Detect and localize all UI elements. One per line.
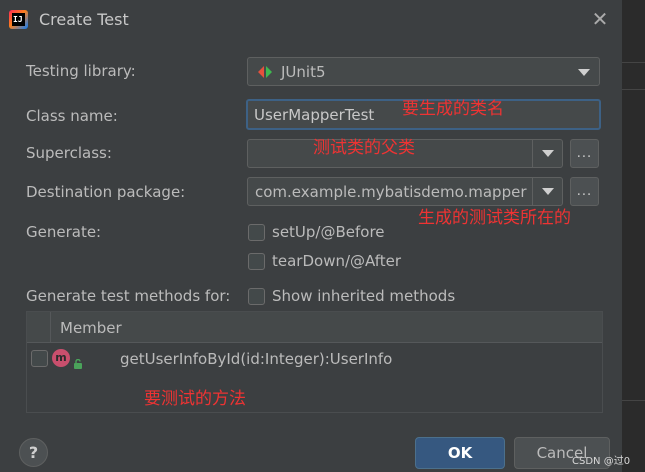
teardown-checkbox[interactable]: [248, 253, 265, 270]
package-annotation: 生成的测试类所在的: [418, 208, 571, 228]
teardown-label[interactable]: tearDown/@After: [272, 252, 401, 270]
destination-package-combo[interactable]: com.example.mybatisdemo.mapper: [247, 177, 563, 206]
method-annotation: 要测试的方法: [144, 389, 246, 409]
app-icon-text: IJ: [12, 13, 25, 26]
show-inherited-label[interactable]: Show inherited methods: [272, 287, 455, 305]
members-table-header: Member: [27, 312, 602, 343]
chevron-down-icon: [541, 150, 554, 157]
superclass-dropdown-button[interactable]: [532, 140, 562, 167]
superclass-browse-button[interactable]: ...: [570, 139, 599, 168]
method-icon: m: [52, 349, 70, 367]
members-table: Member m getUserInfoById(id:Integer):Use…: [26, 311, 603, 413]
testing-library-label: Testing library:: [26, 62, 136, 80]
generate-label: Generate:: [26, 223, 102, 241]
destination-package-label: Destination package:: [26, 183, 186, 201]
public-lock-icon: [73, 355, 83, 373]
member-row-checkbox[interactable]: [31, 350, 48, 367]
close-icon[interactable]: ✕: [589, 8, 611, 30]
chevron-down-icon: [578, 69, 590, 76]
setup-label[interactable]: setUp/@Before: [272, 223, 385, 241]
testing-library-combo[interactable]: JUnit5: [247, 57, 600, 86]
setup-checkbox[interactable]: [248, 224, 265, 241]
show-inherited-checkbox[interactable]: [248, 288, 265, 305]
destination-package-dropdown-button[interactable]: [532, 178, 562, 205]
csdn-watermark: CSDN @过0: [572, 456, 631, 467]
destination-package-value: com.example.mybatisdemo.mapper: [255, 183, 527, 201]
member-column-header[interactable]: Member: [60, 319, 122, 337]
help-button[interactable]: ?: [19, 438, 48, 467]
junit5-icon: [257, 65, 273, 83]
destination-package-browse-button[interactable]: ...: [570, 177, 599, 206]
intellij-logo-icon: IJ: [9, 10, 28, 29]
class-name-annotation: 要生成的类名: [402, 99, 504, 119]
class-name-label: Class name:: [26, 107, 118, 125]
member-signature: getUserInfoById(id:Integer):UserInfo: [120, 350, 393, 368]
testing-library-value: JUnit5: [281, 63, 326, 81]
methods-for-label: Generate test methods for:: [26, 287, 231, 305]
superclass-label: Superclass:: [26, 144, 112, 162]
background-window-edge: [622, 0, 645, 472]
class-name-value: UserMapperTest: [254, 106, 375, 124]
table-row[interactable]: m getUserInfoById(id:Integer):UserInfo: [27, 343, 602, 375]
chevron-down-icon: [541, 188, 554, 195]
ok-button[interactable]: OK: [415, 437, 505, 469]
dialog-title: Create Test: [39, 10, 129, 29]
superclass-annotation: 测试类的父类: [313, 138, 415, 158]
